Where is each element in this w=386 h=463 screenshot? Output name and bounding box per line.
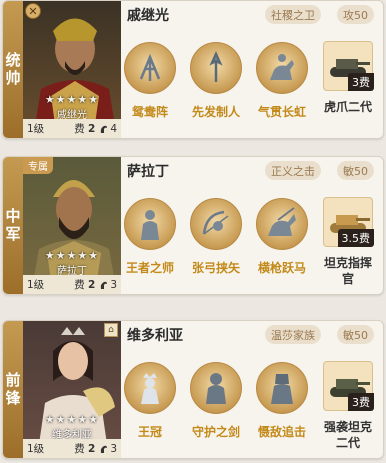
- skill-name: 横枪跃马: [257, 261, 306, 275]
- exclusive-badge: 专属: [23, 157, 53, 174]
- skill-slot-2[interactable]: 张弓挟矢: [188, 198, 244, 276]
- cost-label: 费 2: [74, 443, 96, 455]
- star-rating: ★★★★★: [44, 413, 100, 426]
- level-label: 1级: [27, 279, 45, 291]
- skill-slot-1[interactable]: 王者之师: [122, 198, 178, 276]
- cavalry-skill-icon: [256, 198, 308, 250]
- horse-icon: [101, 125, 108, 133]
- skill-name: 张弓挟矢: [191, 261, 240, 275]
- tank-icon: 3.5费: [323, 197, 374, 247]
- stat-tag: 敏50: [337, 325, 374, 344]
- equipment-name: 坦克指挥官: [323, 256, 372, 286]
- general-portrait[interactable]: ★★★★★ 萨拉丁 1级 费 2 3: [23, 157, 121, 294]
- troop-count: 3: [110, 442, 117, 455]
- skill-slot-1[interactable]: 鸳鸯阵: [122, 42, 178, 120]
- spear-skill-icon: [190, 42, 242, 94]
- skill-name: 守护之剑: [191, 425, 240, 439]
- position-badge: 中军: [3, 157, 23, 294]
- cost-label: 费 2: [74, 279, 96, 291]
- skill-name: 先发制人: [191, 105, 240, 119]
- skill-slot-2[interactable]: 守护之剑: [188, 362, 244, 440]
- general-name: 戚继光: [127, 8, 169, 24]
- equipment-cost: 3费: [348, 73, 374, 91]
- swords-skill-icon: [124, 42, 176, 94]
- general-name: 维多利亚: [127, 328, 183, 344]
- level-label: 1级: [27, 123, 45, 135]
- crown-skill-icon: [124, 362, 176, 414]
- skill-name: 王冠: [137, 425, 162, 439]
- portrait-info-bar: 1级 费 2 3: [23, 439, 121, 458]
- position-badge: 统帅: [3, 1, 23, 138]
- cavalry-skill-icon: [256, 42, 308, 94]
- skill-name: 慑敌追击: [257, 425, 306, 439]
- equipment-name: 强袭坦克二代: [323, 420, 372, 450]
- equipment-slot[interactable]: 3费 强袭坦克二代: [321, 361, 375, 451]
- archer-skill-icon: [190, 198, 242, 250]
- skill-slot-3[interactable]: 横枪跃马: [254, 198, 310, 276]
- trait-tag[interactable]: 社稷之卫: [265, 5, 321, 24]
- horse-icon: [101, 281, 108, 289]
- armored-knight-skill-icon: [256, 362, 308, 414]
- skill-slot-2[interactable]: 先发制人: [188, 42, 244, 120]
- portrait-info-bar: 1级 费 2 3: [23, 275, 121, 294]
- trait-tag[interactable]: 正义之击: [265, 161, 321, 180]
- troop-count: 4: [110, 122, 117, 135]
- house-icon: ⌂: [104, 323, 118, 337]
- equipment-slot[interactable]: 3费 虎爪二代: [321, 41, 375, 115]
- skill-name: 气贯长虹: [257, 105, 306, 119]
- skill-name: 王者之师: [125, 261, 174, 275]
- star-rating: ★★★★★: [44, 93, 100, 106]
- portrait-info-bar: 1级 费 2 4: [23, 119, 121, 138]
- general-name: 萨拉丁: [127, 164, 169, 180]
- skill-slot-3[interactable]: 慑敌追击: [254, 362, 310, 440]
- general-portrait[interactable]: ★★★★★ 戚继光 1级 费 2 4: [23, 1, 121, 138]
- equipment-name: 虎爪二代: [323, 100, 372, 114]
- king-skill-icon: [124, 198, 176, 250]
- cost-label: 费 2: [74, 123, 96, 135]
- skill-slot-1[interactable]: 王冠: [122, 362, 178, 440]
- trait-tag[interactable]: 温莎家族: [265, 325, 321, 344]
- skill-slot-3[interactable]: 气贯长虹: [254, 42, 310, 120]
- position-badge: 前锋: [3, 321, 23, 458]
- tank-icon: 3费: [323, 361, 374, 411]
- troop-count: 3: [110, 278, 117, 291]
- star-rating: ★★★★★: [44, 249, 100, 262]
- equipment-cost: 3费: [348, 393, 374, 411]
- skill-name: 鸳鸯阵: [131, 105, 168, 119]
- general-card-victoria[interactable]: 前锋 ★★★★★ 维多利亚 1级 费 2 3 ⌂ 维多利亚 温莎家族 敏50 王…: [2, 320, 384, 459]
- horse-icon: [101, 445, 108, 453]
- equipment-slot[interactable]: 3.5费 坦克指挥官: [321, 197, 375, 287]
- tank-icon: 3费: [323, 41, 374, 91]
- general-portrait[interactable]: ★★★★★ 维多利亚 1级 费 2 3: [23, 321, 121, 458]
- general-card-saladin[interactable]: 中军 ★★★★★ 萨拉丁 1级 费 2 3 专属 萨拉丁 正义之击 敏50 王者…: [2, 156, 384, 295]
- knight-skill-icon: [190, 362, 242, 414]
- crossed-swords-icon: ✕: [25, 3, 41, 19]
- stat-tag: 攻50: [337, 5, 374, 24]
- level-label: 1级: [27, 443, 45, 455]
- stat-tag: 敏50: [337, 161, 374, 180]
- general-card-qijiguang[interactable]: 统帅 ★★★★★ 戚继光 1级 费 2 4 ✕ 戚继光 社稷之卫 攻50 鸳鸯阵…: [2, 0, 384, 139]
- equipment-cost: 3.5费: [337, 229, 374, 247]
